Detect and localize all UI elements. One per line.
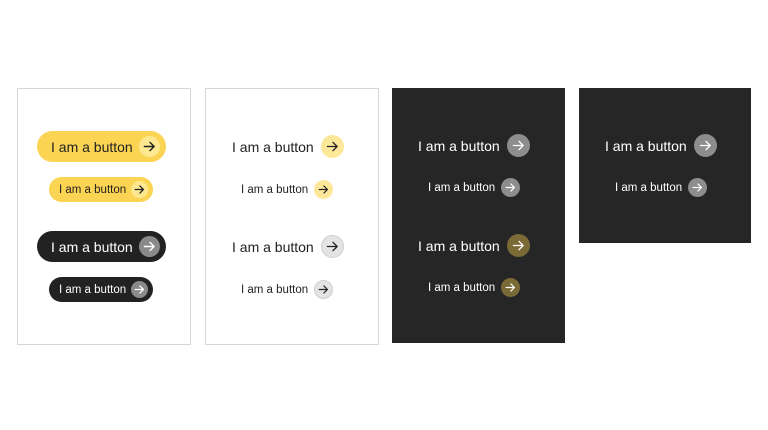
arrow-right-icon <box>506 234 530 257</box>
panel-filled-buttons: I am a button I am a button I am a butto… <box>17 88 191 345</box>
arrow-right-icon <box>138 236 160 257</box>
button-label: I am a button <box>232 238 314 255</box>
arrow-right-icon <box>314 180 334 199</box>
ghost-olive-button-small[interactable]: I am a button <box>428 278 521 297</box>
button-label: I am a button <box>418 137 500 154</box>
arrow-right-icon <box>320 235 344 258</box>
yellow-button-small[interactable]: I am a button <box>49 177 154 202</box>
black-button-small[interactable]: I am a button <box>49 277 154 302</box>
arrow-right-icon <box>131 181 149 198</box>
arrow-right-icon <box>501 178 521 197</box>
panel-ghost-buttons-dark: I am a button I am a button I am a butto… <box>392 88 565 343</box>
ghost-grey-button-large[interactable]: I am a button <box>418 134 530 157</box>
black-button-large[interactable]: I am a button <box>37 231 166 262</box>
arrow-right-icon <box>314 280 334 299</box>
button-label: I am a button <box>51 238 133 255</box>
button-label: I am a button <box>232 138 314 155</box>
ghost-grey-button-large[interactable]: I am a button <box>605 134 717 157</box>
arrow-right-icon <box>688 178 708 197</box>
button-label: I am a button <box>418 237 500 254</box>
ghost-olive-button-large[interactable]: I am a button <box>418 234 530 257</box>
button-label: I am a button <box>241 283 309 296</box>
ghost-grey-button-large[interactable]: I am a button <box>232 235 344 258</box>
arrow-right-icon <box>506 134 530 157</box>
button-label: I am a button <box>51 138 133 155</box>
arrow-right-icon <box>320 135 344 158</box>
arrow-right-icon <box>501 278 521 297</box>
button-label: I am a button <box>59 183 127 196</box>
arrow-right-icon <box>138 136 160 157</box>
ghost-grey-button-small[interactable]: I am a button <box>241 280 334 299</box>
ghost-yellow-button-small[interactable]: I am a button <box>241 180 334 199</box>
button-label: I am a button <box>428 181 496 194</box>
ghost-yellow-button-large[interactable]: I am a button <box>232 135 344 158</box>
panel-ghost-buttons-light: I am a button I am a button I am a butto… <box>205 88 379 345</box>
button-label: I am a button <box>605 137 687 154</box>
ghost-grey-button-small[interactable]: I am a button <box>615 178 708 197</box>
yellow-button-large[interactable]: I am a button <box>37 131 166 162</box>
ghost-grey-button-small[interactable]: I am a button <box>428 178 521 197</box>
arrow-right-icon <box>693 134 717 157</box>
button-label: I am a button <box>428 281 496 294</box>
arrow-right-icon <box>131 281 149 298</box>
button-label: I am a button <box>59 283 127 296</box>
panel-ghost-buttons-dark-short: I am a button I am a button <box>579 88 751 243</box>
button-label: I am a button <box>615 181 683 194</box>
button-label: I am a button <box>241 183 309 196</box>
